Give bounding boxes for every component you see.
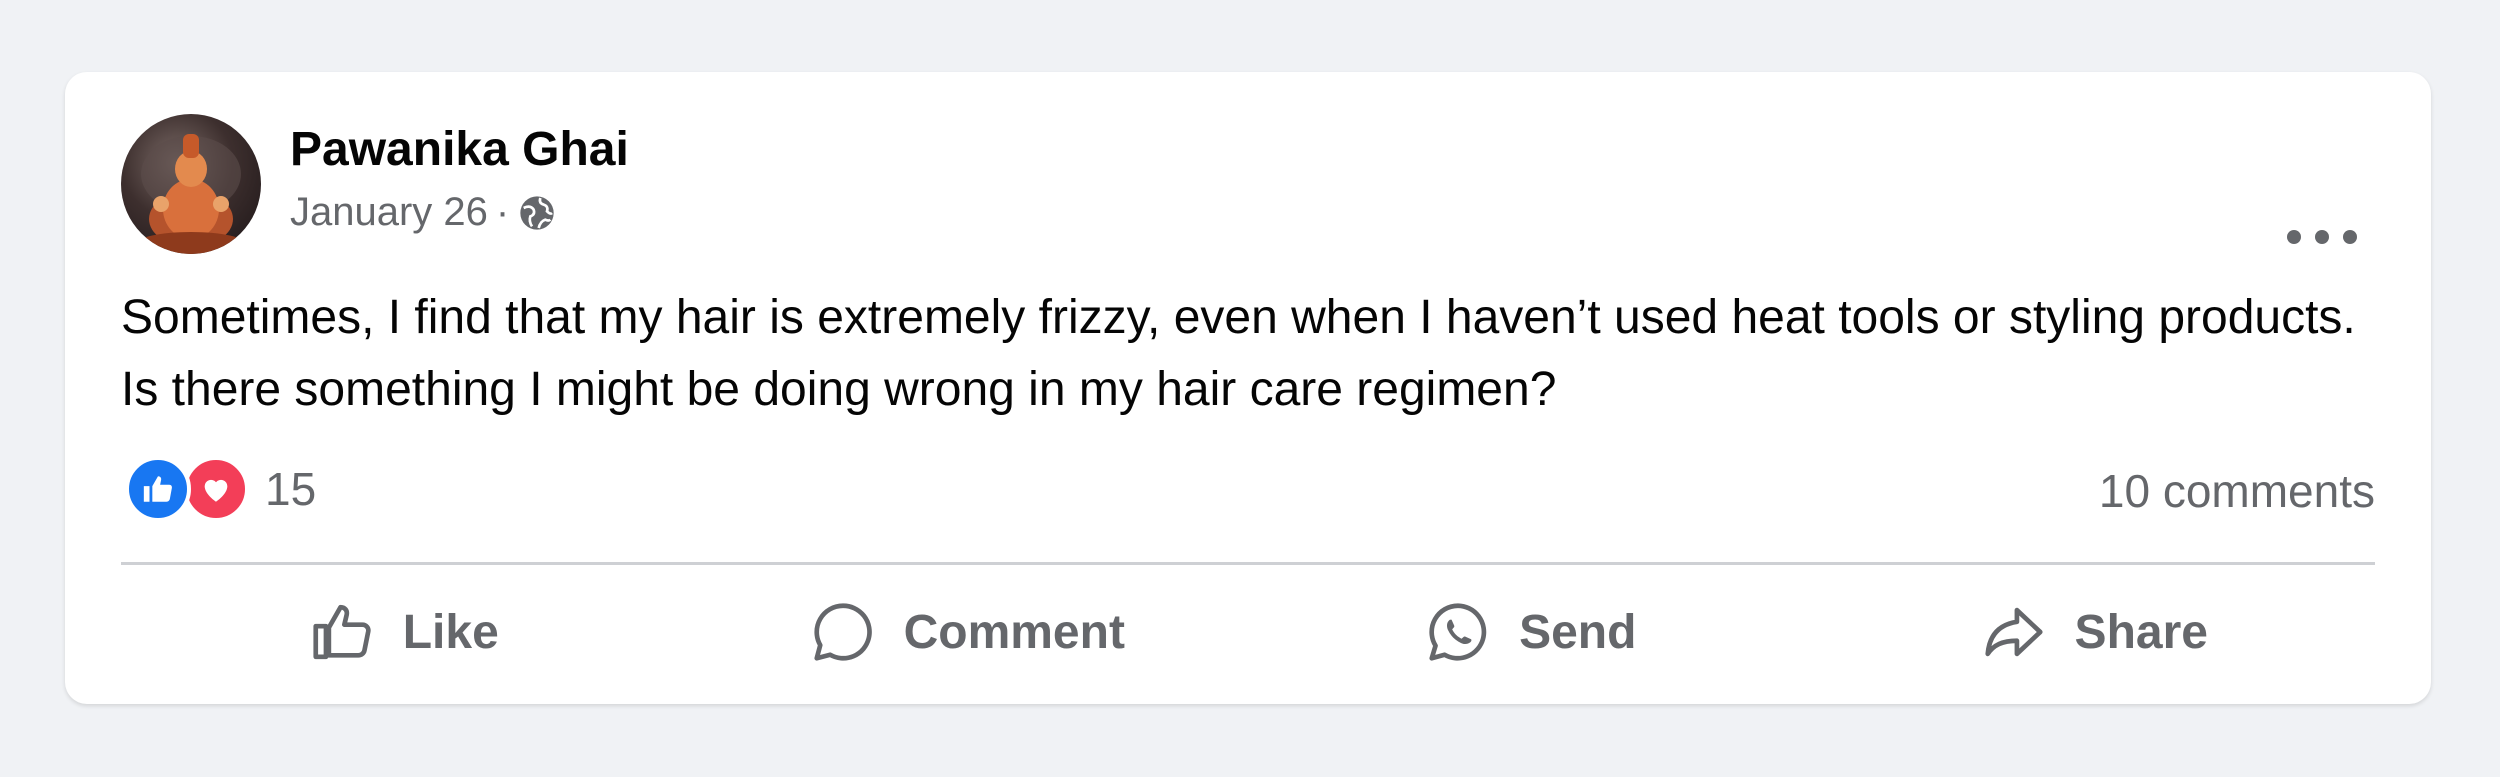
post-card: Pawanika Ghai January 26 · Sometimes, I … <box>65 72 2431 704</box>
author-avatar[interactable] <box>121 114 261 254</box>
post-actions-bar: Like Comment Send Share <box>121 572 2375 692</box>
send-button-label: Send <box>1519 605 1637 659</box>
reaction-count: 15 <box>265 463 317 515</box>
author-name[interactable]: Pawanika Ghai <box>290 122 629 177</box>
share-arrow-icon <box>1984 607 2043 657</box>
post-meta: January 26 · <box>290 190 557 235</box>
actions-divider <box>121 562 2375 565</box>
post-text: Sometimes, I find that my hair is extrem… <box>121 291 2356 416</box>
send-button[interactable]: Send <box>1248 572 1812 692</box>
comment-button[interactable]: Comment <box>685 572 1249 692</box>
share-button[interactable]: Share <box>1812 572 2376 692</box>
more-dot-icon <box>2315 230 2329 244</box>
like-reaction-icon <box>125 456 191 522</box>
reactions-summary[interactable]: 15 <box>125 456 316 522</box>
whatsapp-icon <box>1429 603 1487 661</box>
thumbs-up-icon <box>313 604 371 660</box>
like-button[interactable]: Like <box>121 572 685 692</box>
share-button-label: Share <box>2074 605 2208 659</box>
like-button-label: Like <box>402 605 499 659</box>
more-options-button[interactable] <box>2287 222 2357 252</box>
more-dot-icon <box>2287 230 2301 244</box>
love-reaction-icon <box>183 456 249 522</box>
comment-button-label: Comment <box>903 605 1125 659</box>
comments-count-link[interactable]: 10 comments <box>2099 464 2375 518</box>
globe-icon[interactable] <box>517 193 557 233</box>
more-dot-icon <box>2343 230 2357 244</box>
comment-bubble-icon <box>813 603 872 661</box>
avatar-image <box>136 134 246 254</box>
post-date[interactable]: January 26 <box>290 190 488 235</box>
meta-separator: · <box>495 190 510 234</box>
